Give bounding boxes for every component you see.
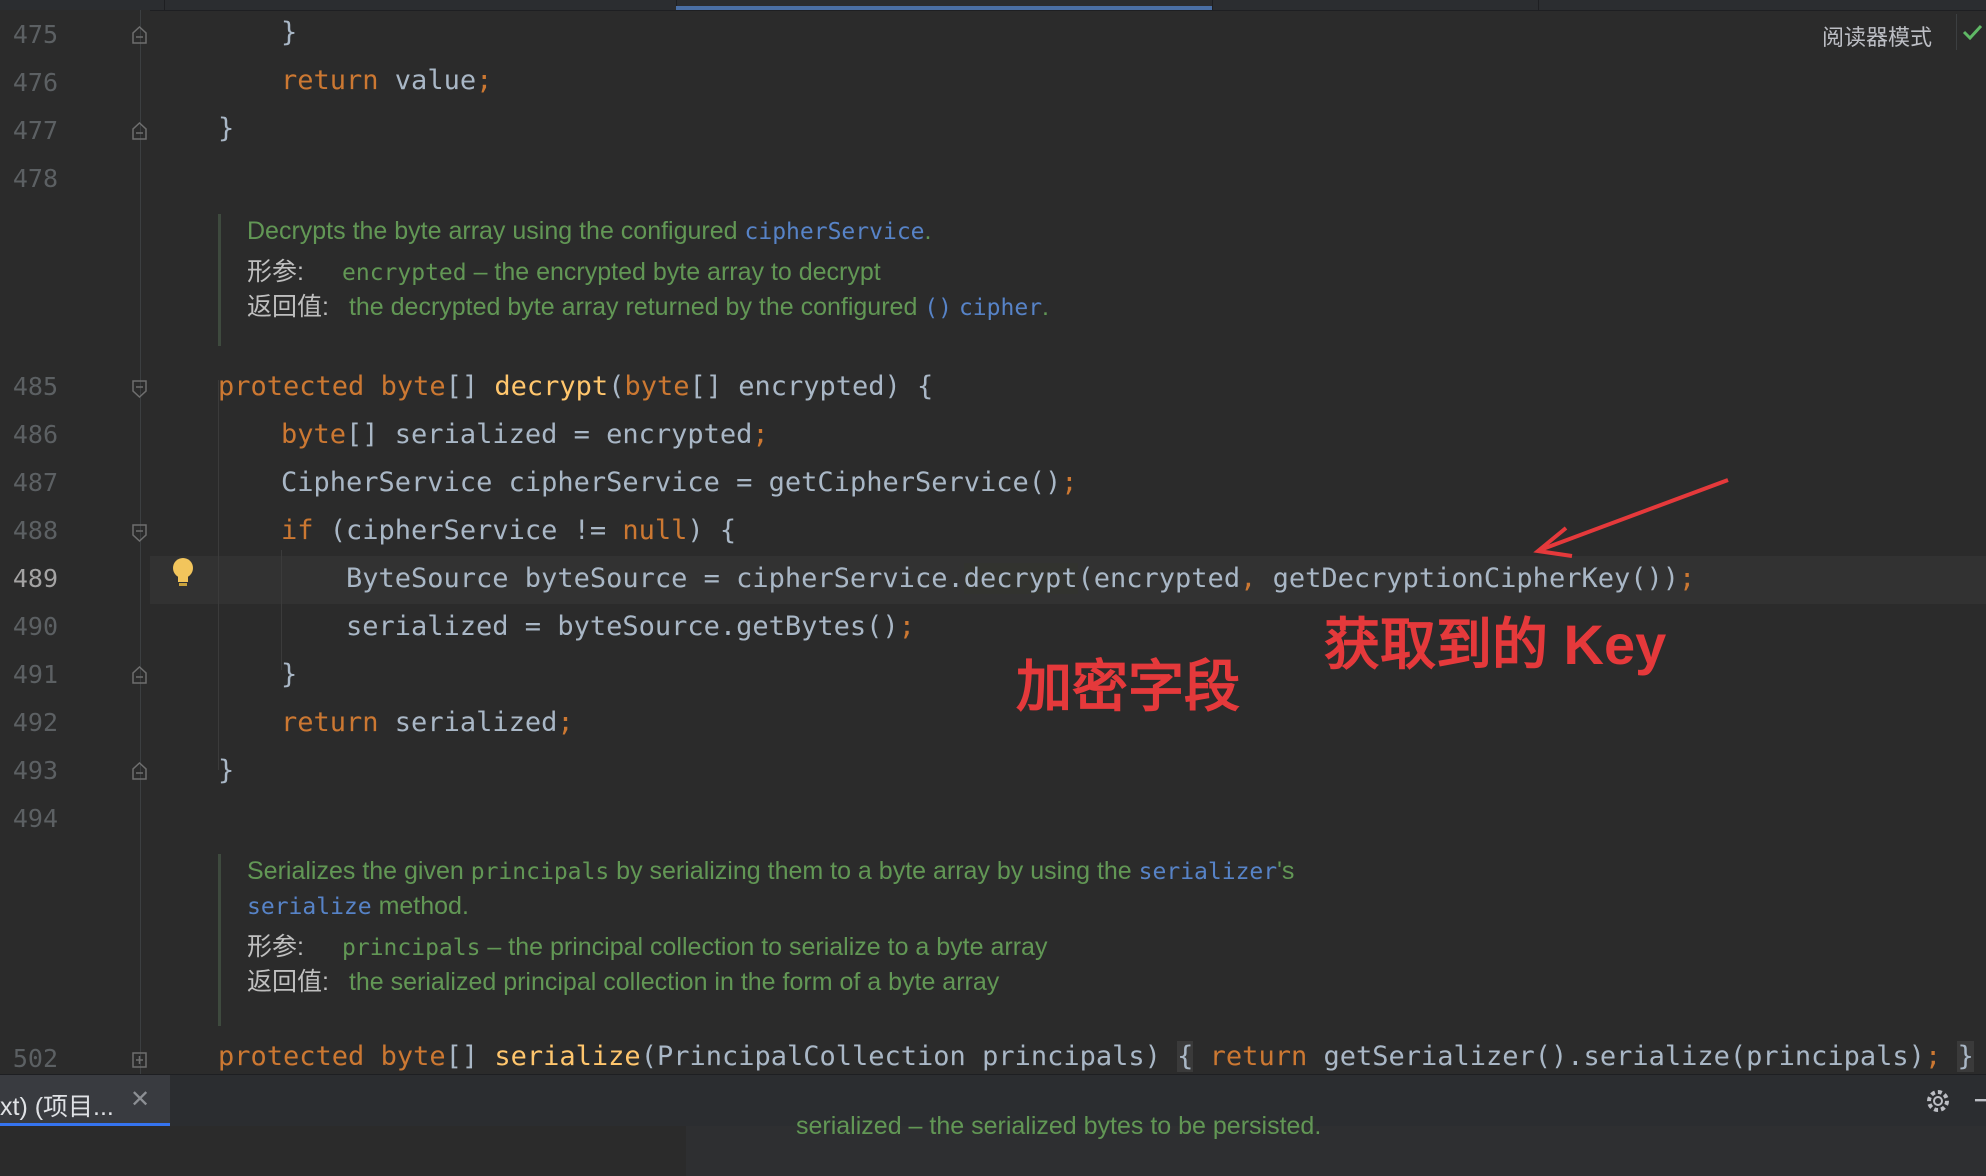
annotation-arrow bbox=[1533, 478, 1729, 558]
annotation-key-label: 获取到的 Key bbox=[1324, 613, 1667, 676]
annotation-field-label: 加密字段 bbox=[1016, 655, 1240, 718]
close-icon[interactable]: ✕ bbox=[130, 1085, 150, 1113]
gear-icon[interactable] bbox=[1924, 1087, 1952, 1119]
doc-popup-text: serialized – the serialized bytes to be … bbox=[796, 1112, 1322, 1140]
tool-window-tab[interactable]: xt) (项目... ✕ bbox=[0, 1075, 170, 1127]
tool-window-tab-label: xt) (项目... bbox=[0, 1093, 114, 1121]
minimize-icon[interactable]: − bbox=[1972, 1083, 1986, 1116]
